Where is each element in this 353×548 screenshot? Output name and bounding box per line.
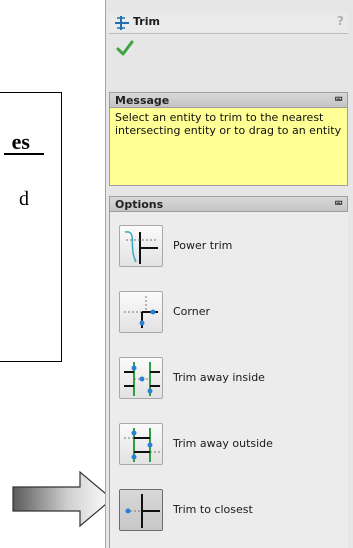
trim-to-closest-label: Trim to closest bbox=[173, 503, 253, 516]
options-group-body: Power trim Corner Trim away inside Trim … bbox=[109, 212, 348, 548]
ok-check-icon[interactable] bbox=[116, 40, 134, 56]
message-text: Select an entity to trim to the nearest … bbox=[109, 108, 348, 186]
options-group-header[interactable]: Options ⮹ bbox=[109, 196, 348, 212]
trim-to-closest-icon bbox=[125, 494, 160, 528]
heading-underline bbox=[4, 153, 44, 155]
power-trim-label: Power trim bbox=[173, 239, 233, 252]
property-manager-header: Trim ? bbox=[109, 13, 348, 34]
option-power-trim[interactable]: Power trim bbox=[115, 220, 343, 272]
power-trim-button[interactable] bbox=[119, 225, 163, 267]
trim-away-outside-icon bbox=[124, 428, 160, 462]
options-group-title: Options bbox=[115, 198, 164, 211]
option-trim-away-outside[interactable]: Trim away outside bbox=[115, 418, 343, 470]
pointer-arrow-icon bbox=[12, 470, 113, 528]
trim-away-inside-icon bbox=[124, 362, 160, 396]
document-text-fragment: d bbox=[19, 188, 29, 210]
trim-away-outside-label: Trim away outside bbox=[173, 437, 273, 450]
message-group-header[interactable]: Message ⮹ bbox=[109, 92, 348, 108]
trim-away-inside-button[interactable] bbox=[119, 357, 163, 399]
help-icon[interactable]: ? bbox=[337, 14, 344, 28]
trim-tool-icon bbox=[115, 16, 129, 30]
option-trim-to-closest[interactable]: Trim to closest bbox=[115, 484, 343, 536]
document-heading-fragment: es bbox=[11, 129, 30, 154]
property-manager-title: Trim bbox=[133, 15, 160, 28]
trim-away-inside-label: Trim away inside bbox=[173, 371, 265, 384]
message-group-title: Message bbox=[115, 94, 170, 107]
collapse-chevron-icon[interactable]: ⮹ bbox=[334, 197, 343, 211]
collapse-chevron-icon[interactable]: ⮹ bbox=[334, 93, 343, 107]
power-trim-icon bbox=[124, 231, 158, 264]
corner-button[interactable] bbox=[119, 291, 163, 333]
trim-to-closest-button[interactable] bbox=[119, 489, 163, 531]
option-trim-away-inside[interactable]: Trim away inside bbox=[115, 352, 343, 404]
trim-away-outside-button[interactable] bbox=[119, 423, 163, 465]
corner-trim-icon bbox=[124, 296, 158, 328]
corner-label: Corner bbox=[173, 305, 211, 318]
property-manager-panel: Trim ? Message ⮹ Select an entity to tri… bbox=[105, 0, 353, 548]
option-corner[interactable]: Corner bbox=[115, 286, 343, 338]
